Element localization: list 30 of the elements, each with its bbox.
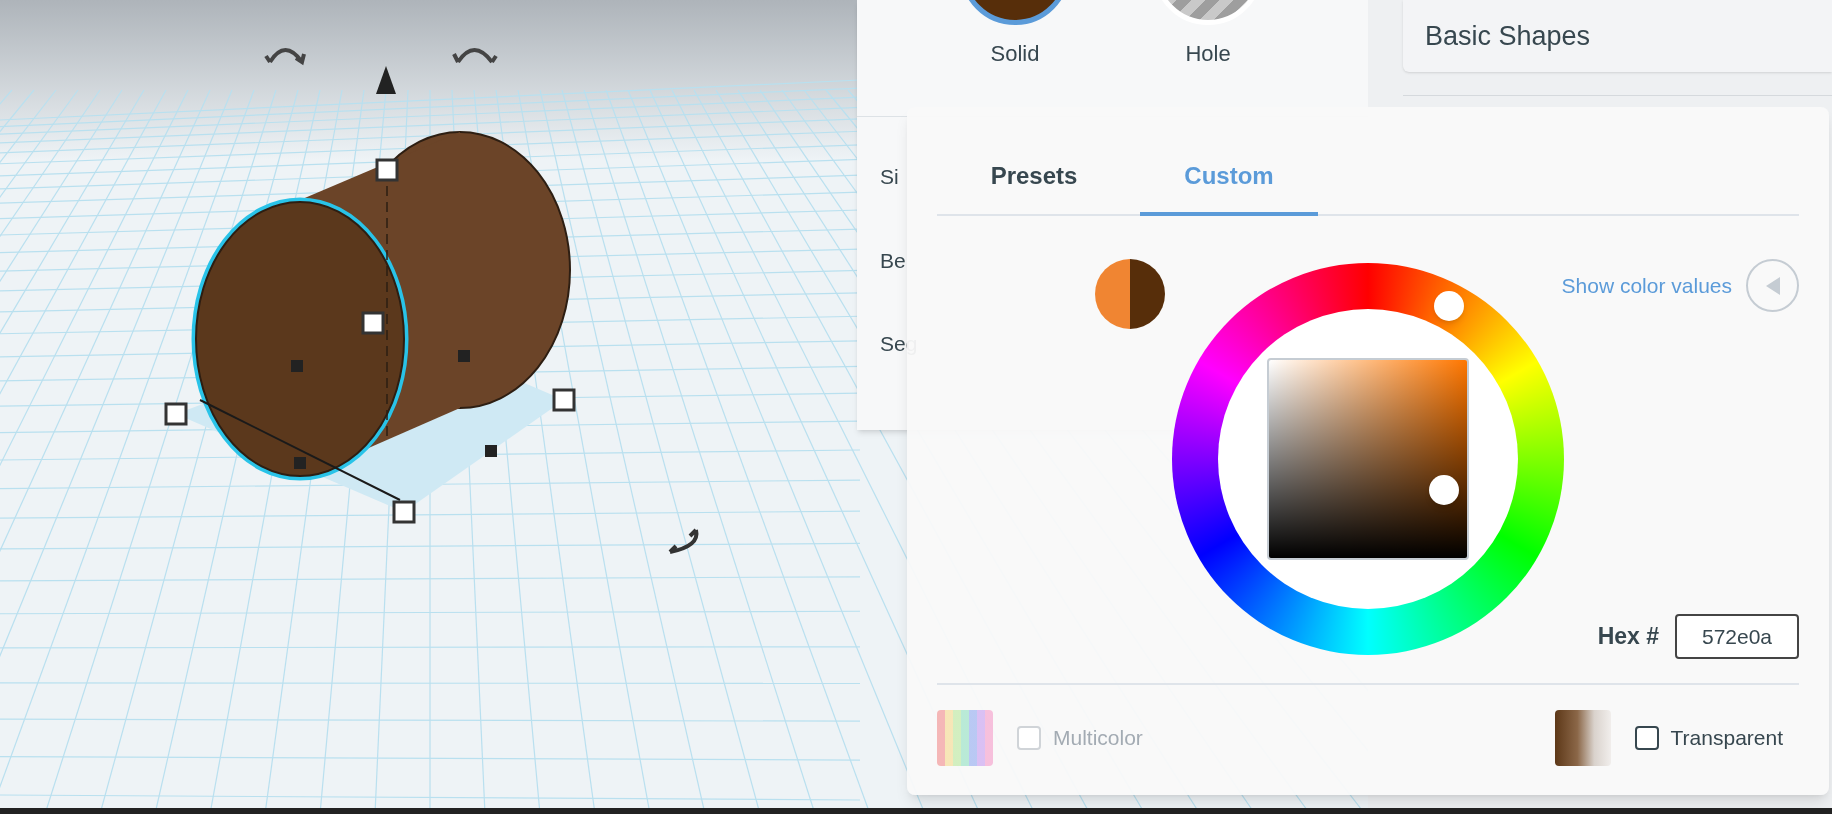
checkbox[interactable] [1634,725,1659,750]
hex-input[interactable]: 572e0a [1675,614,1799,659]
property-label: Be [880,247,906,274]
resize-handle[interactable] [552,388,576,412]
hex-label: Hex # [1597,622,1659,652]
edge-handle[interactable] [294,457,306,469]
edge-handle[interactable] [485,445,497,457]
resize-handle[interactable] [361,311,385,335]
shade-square[interactable] [1267,358,1469,560]
lift-arrow-icon[interactable] [376,66,396,94]
edge-handle[interactable] [291,360,303,372]
property-label: Si [880,164,899,190]
property-label: Seg [880,331,918,357]
transparency-swatch-icon [1554,709,1611,766]
rotate-arrow-icon[interactable] [452,48,498,64]
rotate-arrow-icon[interactable] [668,528,699,554]
resize-handle[interactable] [164,402,188,426]
rotate-arrow-icon[interactable] [264,48,306,64]
resize-handle[interactable] [392,500,416,524]
rainbow-swatch-icon [937,709,993,766]
color-tab[interactable]: Presets [945,140,1123,216]
option-checkbox[interactable]: Transparent [1634,721,1783,754]
mode-label: Solid [990,40,1040,68]
mode-label: Hole [1185,40,1231,68]
hue-thumb[interactable] [1434,291,1465,322]
caret-icon [1765,276,1780,295]
resize-handle[interactable] [375,158,399,182]
library-header[interactable]: Basic Shapes [1403,0,1832,72]
edge-handle[interactable] [458,350,470,362]
shade-thumb[interactable] [1429,475,1460,506]
